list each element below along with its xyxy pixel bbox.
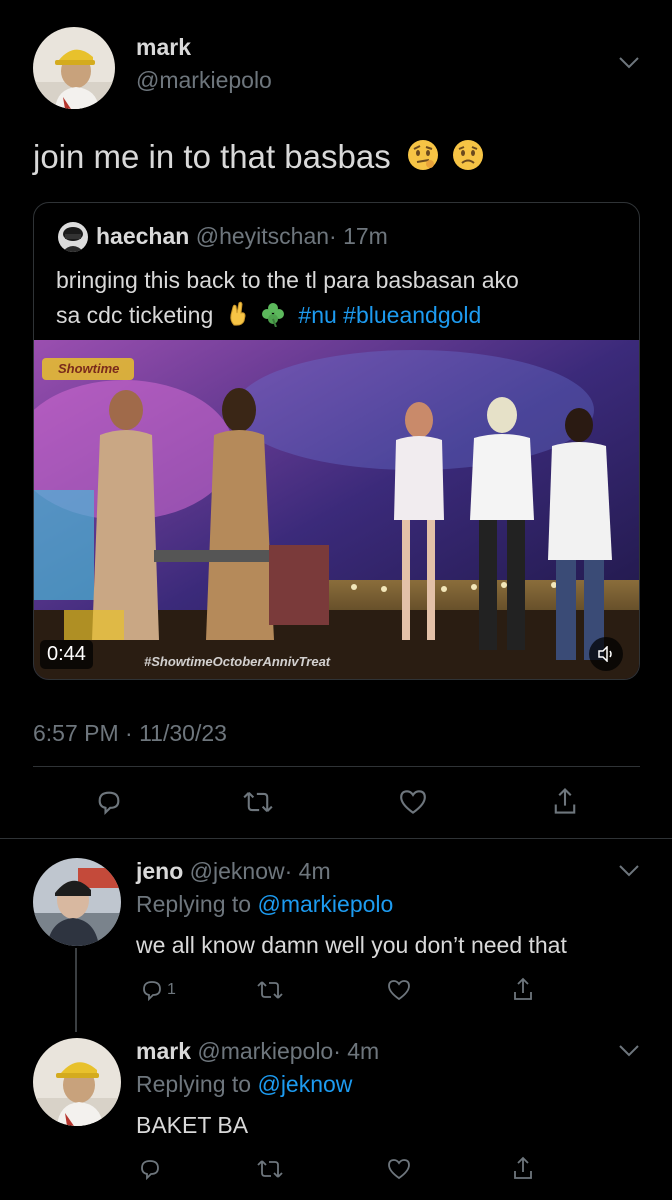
video-player[interactable]: Showtime 0:44 #ShowtimeOctoberAnnivTreat xyxy=(34,340,639,679)
thread-line xyxy=(75,948,77,1032)
retweet-icon[interactable] xyxy=(257,1157,283,1181)
channel-logo: Showtime xyxy=(58,361,120,376)
avatar-jeno[interactable] xyxy=(33,858,121,946)
reply2-author-name[interactable]: mark xyxy=(136,1038,191,1064)
chevron-down-icon[interactable] xyxy=(618,56,640,70)
chevron-down-icon[interactable] xyxy=(618,864,640,878)
like-icon[interactable] xyxy=(398,789,428,815)
reply2-replying-prefix: Replying to xyxy=(136,1071,252,1097)
avatar-haechan[interactable] xyxy=(58,222,88,252)
like-icon[interactable] xyxy=(386,979,412,1001)
retweet-icon[interactable] xyxy=(243,788,273,816)
quoted-author-handle[interactable]: @heyitschan xyxy=(196,223,329,249)
tweet-text-content: join me in to that basbas xyxy=(33,138,391,175)
crossed-fingers-icon xyxy=(226,301,250,333)
reply1-time: · 4m xyxy=(284,858,331,884)
author-handle[interactable]: @markiepolo xyxy=(136,67,272,94)
avatar-mark[interactable] xyxy=(33,27,115,109)
reply1-author-name[interactable]: jeno xyxy=(136,858,183,884)
reply2-author-line: mark @markiepolo· 4m xyxy=(136,1038,379,1065)
tweet-text: join me in to that basbas xyxy=(33,138,485,180)
reply1-reply-count: 1 xyxy=(167,981,176,998)
face-with-raised-eyebrow-icon xyxy=(406,138,440,180)
quoted-author-line: haechan @heyitschan· 17m xyxy=(96,223,388,250)
reply2-time: · 4m xyxy=(333,1038,380,1064)
chevron-down-icon[interactable] xyxy=(618,1044,640,1058)
reply2-author-handle[interactable]: @markiepolo xyxy=(197,1038,333,1064)
divider-main-bottom xyxy=(0,838,672,839)
reply1-author-handle[interactable]: @jeknow xyxy=(190,858,285,884)
retweet-icon[interactable] xyxy=(257,978,283,1002)
quoted-author-name[interactable]: haechan xyxy=(96,223,189,249)
reply2-replying-to-link[interactable]: @jeknow xyxy=(257,1071,352,1097)
like-icon[interactable] xyxy=(386,1158,412,1180)
author-name[interactable]: mark xyxy=(136,34,191,61)
reply1-author-line: jeno @jeknow· 4m xyxy=(136,858,331,885)
worried-face-icon xyxy=(451,138,485,180)
quoted-tweet-line2: sa cdc ticketing #nu #blueandgold xyxy=(56,301,481,333)
quoted-tweet-hashtags[interactable]: #nu #blueandgold xyxy=(298,302,481,328)
video-frame xyxy=(34,340,639,679)
share-icon[interactable] xyxy=(512,976,534,1002)
tweet-timestamp[interactable]: 6:57 PM · 11/30/23 xyxy=(33,720,227,747)
reply2-replying-line: Replying to @jeknow xyxy=(136,1071,352,1098)
reply-icon[interactable] xyxy=(138,1157,162,1181)
share-icon[interactable] xyxy=(512,1155,534,1181)
quoted-tweet-line1: bringing this back to the tl para basbas… xyxy=(56,267,519,293)
video-duration-badge: 0:44 xyxy=(40,640,93,669)
reply1-replying-to-link[interactable]: @markiepolo xyxy=(257,891,393,917)
share-icon[interactable] xyxy=(552,786,578,816)
reply1-replying-line: Replying to @markiepolo xyxy=(136,891,393,918)
avatar-mark-reply[interactable] xyxy=(33,1038,121,1126)
volume-icon[interactable] xyxy=(589,637,623,671)
reply-icon[interactable]: 1 xyxy=(140,978,176,1002)
reply2-text: BAKET BA xyxy=(136,1112,249,1138)
quoted-tweet-card[interactable]: haechan @heyitschan· 17m bringing this b… xyxy=(33,202,640,680)
quoted-tweet-time: · 17m xyxy=(329,223,388,249)
four-leaf-clover-icon xyxy=(260,301,286,333)
quoted-tweet-line2-text: sa cdc ticketing xyxy=(56,302,214,329)
reply1-text: we all know damn well you don’t need tha… xyxy=(136,932,567,958)
video-caption: #ShowtimeOctoberAnnivTreat xyxy=(144,654,331,669)
reply-icon[interactable] xyxy=(95,788,123,816)
reply1-replying-prefix: Replying to xyxy=(136,891,252,917)
divider-top xyxy=(33,766,640,767)
